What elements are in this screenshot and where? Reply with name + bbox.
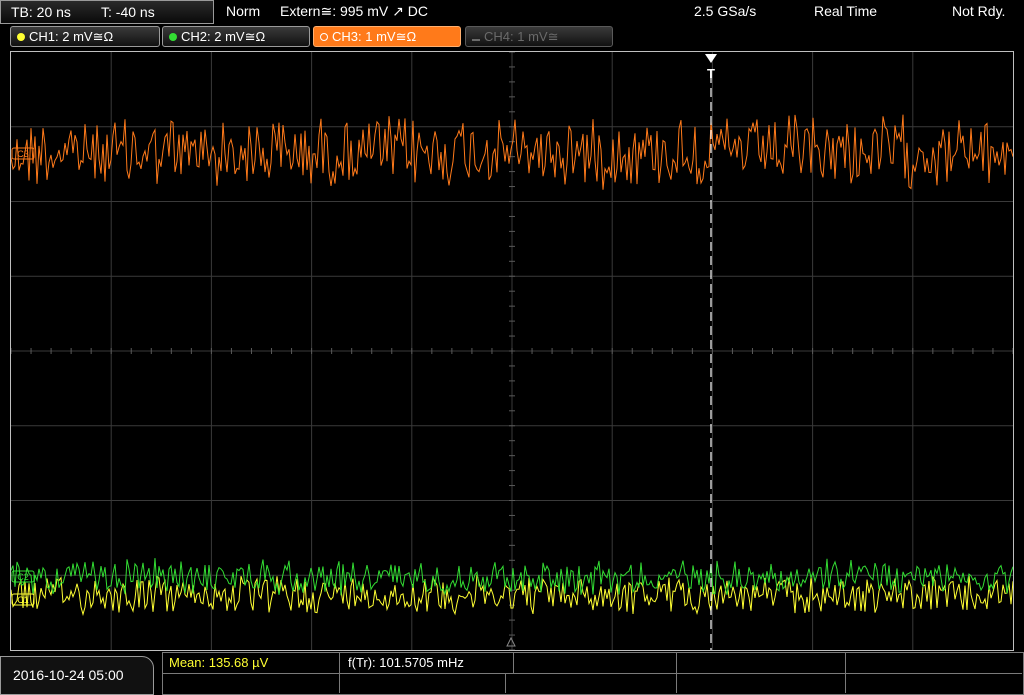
ch1-marker-label: C1: [17, 595, 29, 605]
measurement-slot-7: [340, 674, 506, 693]
ch2-marker-label: C2: [17, 572, 29, 582]
waveform-display[interactable]: T C3 C2 C1: [10, 51, 1014, 651]
measurement-slot-8: [506, 674, 677, 693]
trigger-position-icon: [705, 54, 717, 63]
tab-ch4[interactable]: CH4: 1 mV≅: [465, 26, 613, 47]
ch3-marker-label: C3: [17, 149, 29, 159]
ch4-off-icon: [472, 39, 480, 41]
acquisition-mode: Real Time: [814, 3, 878, 19]
trigger-source[interactable]: Extern≅: 995 mV ↗ DC: [280, 0, 428, 22]
waveform-canvas: T C3 C2 C1: [11, 52, 1013, 650]
measurement-slot-9: [677, 674, 846, 693]
ch1-label: CH1: 2 mV≅Ω: [29, 29, 114, 44]
tab-ch1[interactable]: CH1: 2 mV≅Ω: [10, 26, 160, 47]
ch3-label: CH3: 1 mV≅Ω: [332, 29, 417, 44]
ch1-color-icon: [17, 33, 25, 41]
channel-tabs: CH1: 2 mV≅Ω CH2: 2 mV≅Ω CH3: 1 mV≅Ω CH4:…: [0, 26, 1024, 48]
ready-status: Not Rdy.: [952, 3, 1006, 19]
trigger-offset-label: T: -40 ns: [101, 4, 155, 20]
trigger-level-icon: [506, 636, 516, 647]
measurement-slot-5: [846, 653, 1022, 674]
mean-measurement: Mean: 135.68 µV: [163, 653, 340, 674]
measurement-slot-4: [677, 653, 846, 674]
tab-ch3[interactable]: CH3: 1 mV≅Ω: [313, 26, 461, 47]
ch4-label: CH4: 1 mV≅: [484, 29, 559, 44]
measurement-slot-6: [163, 674, 340, 693]
timebase-box[interactable]: TB: 20 ns T: -40 ns: [0, 0, 214, 24]
sample-rate: 2.5 GSa/s: [694, 3, 757, 19]
measurement-slot-3: [506, 653, 677, 674]
trigger-mode[interactable]: Norm: [226, 0, 260, 22]
trigger-marker: T: [707, 66, 715, 81]
timebase-label: TB: 20 ns: [11, 4, 71, 20]
freq-measurement: f(Tr): 101.5705 mHz: [340, 653, 514, 674]
ch2-color-icon: [169, 33, 177, 41]
top-status-bar: TB: 20 ns T: -40 ns Norm Extern≅: 995 mV…: [0, 0, 1024, 24]
ch3-color-icon: [320, 33, 328, 41]
tab-ch2[interactable]: CH2: 2 mV≅Ω: [162, 26, 310, 47]
date-time: 2016-10-24 05:00: [0, 656, 154, 695]
measurement-panel[interactable]: Mean: 135.68 µV f(Tr): 101.5705 mHz: [162, 652, 1024, 695]
ch2-label: CH2: 2 mV≅Ω: [181, 29, 266, 44]
